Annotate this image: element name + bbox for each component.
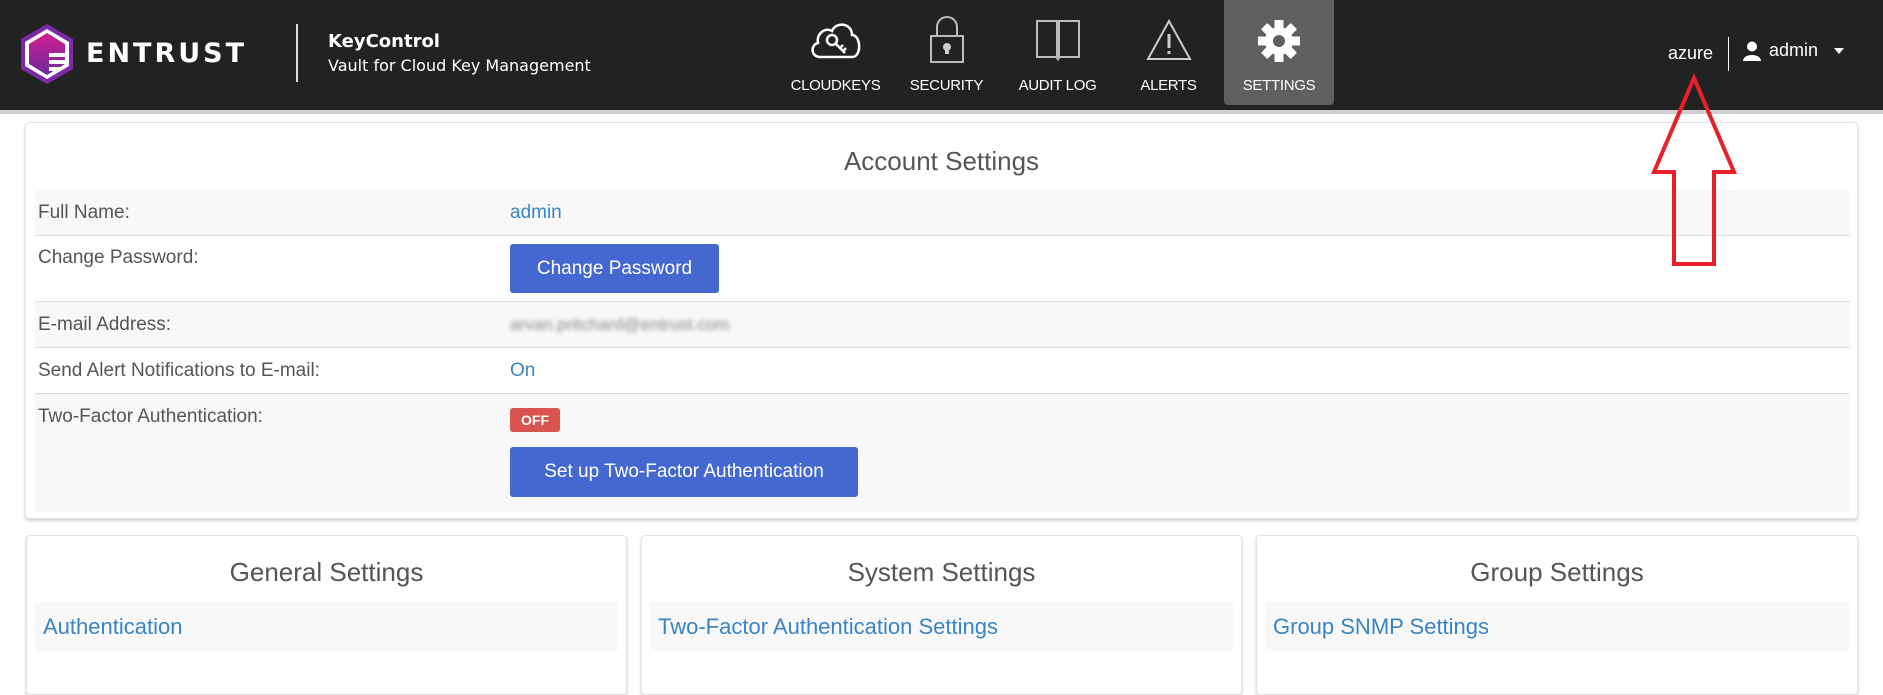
card-title: Group Settings bbox=[1470, 557, 1644, 587]
row-email: E-mail Address: arvan.pritchard@entrust.… bbox=[35, 302, 1850, 348]
cloud-key-icon bbox=[810, 23, 860, 59]
header-divider bbox=[0, 110, 1883, 114]
account-settings-panel: Account Settings Full Name: admin Change… bbox=[25, 122, 1858, 519]
warning-icon bbox=[1145, 19, 1192, 60]
user-menu-button[interactable]: admin bbox=[1743, 40, 1845, 61]
card-title: General Settings bbox=[229, 557, 424, 587]
top-navbar: ENTRUST KeyControl Vault for Cloud Key M… bbox=[0, 0, 1883, 110]
full-name-value[interactable]: admin bbox=[510, 202, 562, 224]
field-label: E-mail Address: bbox=[38, 314, 172, 335]
list-item: Group SNMP Settings bbox=[1265, 602, 1849, 651]
nav-cloudkeys[interactable]: CLOUDKEYS bbox=[780, 0, 891, 105]
card-title: System Settings bbox=[847, 557, 1036, 587]
lock-icon bbox=[929, 16, 964, 63]
nav-label: AUDIT LOG bbox=[1018, 77, 1097, 94]
nav-settings[interactable]: SETTINGS bbox=[1224, 0, 1334, 105]
alert-notifications-value[interactable]: On bbox=[510, 360, 535, 382]
field-label: Two-Factor Authentication: bbox=[38, 406, 263, 427]
nav-audit-log[interactable]: AUDIT LOG bbox=[1002, 0, 1113, 105]
entrust-logo-icon bbox=[21, 24, 73, 84]
brand-name: ENTRUST bbox=[86, 38, 248, 69]
group-settings-card: Group Settings Group SNMP Settings bbox=[1256, 535, 1858, 695]
authentication-link[interactable]: Authentication bbox=[43, 614, 182, 640]
user-divider bbox=[1728, 37, 1729, 71]
group-snmp-settings-link[interactable]: Group SNMP Settings bbox=[1273, 614, 1489, 640]
field-label: Full Name: bbox=[38, 202, 130, 223]
list-item: Two-Factor Authentication Settings bbox=[650, 602, 1233, 651]
field-label: Change Password: bbox=[38, 247, 199, 268]
user-icon bbox=[1743, 41, 1761, 61]
nav-alerts[interactable]: ALERTS bbox=[1113, 0, 1224, 105]
nav-label: SETTINGS bbox=[1242, 77, 1316, 94]
row-two-factor: Two-Factor Authentication: OFF Set up Tw… bbox=[35, 394, 1850, 512]
user-name: admin bbox=[1769, 40, 1819, 60]
main-nav: CLOUDKEYS SECURITY AUDIT LOG ALERTS SETT… bbox=[780, 0, 1334, 105]
setup-two-factor-button[interactable]: Set up Two-Factor Authentication bbox=[510, 447, 858, 497]
row-alert-notifications: Send Alert Notifications to E-mail: On bbox=[35, 348, 1850, 394]
nav-label: ALERTS bbox=[1140, 77, 1197, 94]
email-value: arvan.pritchard@entrust.com bbox=[510, 315, 730, 334]
nav-label: SECURITY bbox=[909, 77, 984, 94]
panel-title: Account Settings bbox=[843, 146, 1040, 176]
environment-label: azure bbox=[1668, 43, 1714, 63]
list-item: Authentication bbox=[35, 602, 618, 651]
two-factor-settings-link[interactable]: Two-Factor Authentication Settings bbox=[658, 614, 998, 640]
nav-security[interactable]: SECURITY bbox=[891, 0, 1002, 105]
field-label: Send Alert Notifications to E-mail: bbox=[38, 360, 320, 381]
nav-label: CLOUDKEYS bbox=[790, 77, 881, 94]
two-factor-status-badge: OFF bbox=[510, 408, 560, 432]
system-settings-card: System Settings Two-Factor Authenticatio… bbox=[641, 535, 1242, 695]
row-change-password: Change Password: Change Password bbox=[35, 236, 1850, 302]
gear-icon bbox=[1258, 20, 1300, 62]
general-settings-card: General Settings Authentication bbox=[26, 535, 627, 695]
brand-divider bbox=[296, 24, 298, 82]
product-title: KeyControl Vault for Cloud Key Managemen… bbox=[328, 31, 591, 75]
product-name: KeyControl bbox=[328, 31, 440, 52]
chevron-down-icon bbox=[1834, 47, 1845, 54]
book-icon bbox=[1035, 20, 1080, 61]
product-subtitle: Vault for Cloud Key Management bbox=[328, 56, 591, 75]
annotation-arrow-icon bbox=[1650, 74, 1738, 266]
row-full-name: Full Name: admin bbox=[35, 190, 1850, 236]
change-password-button[interactable]: Change Password bbox=[510, 244, 719, 293]
